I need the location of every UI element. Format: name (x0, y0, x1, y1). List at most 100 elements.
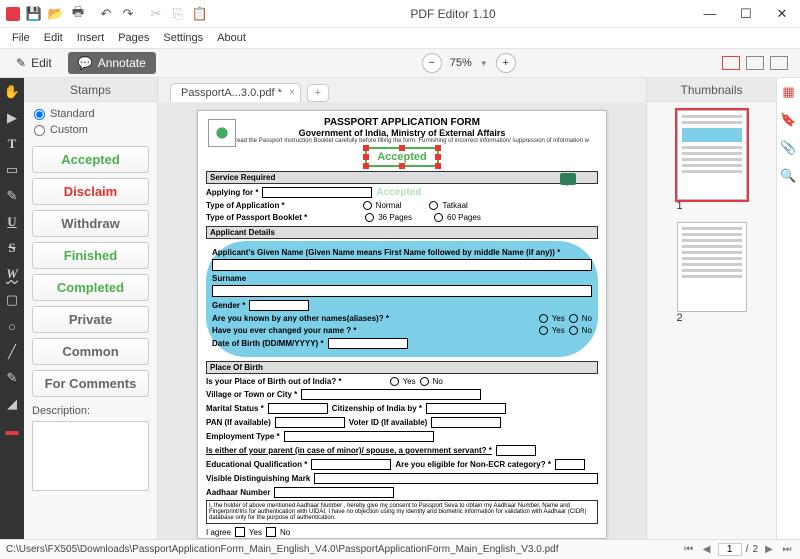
document-tab[interactable]: PassportA...3.0.pdf *× (170, 83, 301, 102)
window-title: PDF Editor 1.10 (214, 7, 692, 21)
edit-mode-button[interactable]: ✎Edit (6, 52, 62, 74)
menu-pages[interactable]: Pages (112, 30, 155, 46)
save-icon[interactable]: 💾 (26, 6, 42, 22)
arrow-tool-icon[interactable]: ▶ (4, 110, 20, 126)
stamps-panel: Stamps Standard Custom Accepted Disclaim… (24, 78, 158, 539)
view-mode-group (722, 56, 794, 70)
stamp-private[interactable]: Private (32, 306, 149, 333)
print-icon[interactable]: 🖶 (70, 6, 86, 22)
aadhaar-consent: I, the holder of above mentioned Aadhaar… (206, 500, 598, 524)
tab-add-button[interactable]: + (307, 84, 329, 102)
open-icon[interactable]: 📂 (48, 6, 64, 22)
close-button[interactable]: ✕ (764, 0, 800, 28)
paste-icon[interactable]: 📋 (192, 6, 208, 22)
file-path: C:\Users\FX505\Downloads\PassportApplica… (6, 544, 682, 555)
stamp-finished[interactable]: Finished (32, 242, 149, 269)
stamp-completed[interactable]: Completed (32, 274, 149, 301)
stamp-disclaim[interactable]: Disclaim (32, 178, 149, 205)
radio-standard[interactable]: Standard (34, 108, 147, 120)
app-icon (6, 7, 20, 21)
view-single-icon[interactable] (722, 56, 740, 70)
next-page-button[interactable]: ▶ (762, 544, 776, 555)
stamp-for-comments[interactable]: For Comments (32, 370, 149, 397)
thumbnails-icon[interactable]: ▦ (781, 84, 797, 100)
last-page-button[interactable]: ⏭ (780, 544, 794, 555)
attachments-icon[interactable]: 📎 (781, 140, 797, 156)
right-strip: ▦ 🔖 📎 🔍 (776, 78, 800, 539)
agree-yes-checkbox[interactable] (235, 527, 245, 537)
prev-page-button[interactable]: ◀ (700, 544, 714, 555)
form-title: PASSPORT APPLICATION FORM (206, 117, 598, 128)
zoom-controls: − 75%▼ + (422, 53, 516, 73)
tool-strip: ✋ ▶ T ▭ ✎ U S W ▢ ○ ╱ ✎ ◢ ▬ (0, 78, 24, 539)
emblem-icon (208, 119, 236, 147)
copy-icon[interactable]: ⎘ (170, 6, 186, 22)
radio-custom[interactable]: Custom (34, 124, 147, 136)
form-note: Please read the Passport Instruction Boo… (206, 138, 598, 144)
thumbnails-panel: Thumbnails 1 2 (646, 78, 776, 539)
bookmarks-icon[interactable]: 🔖 (781, 112, 797, 128)
pdf-page[interactable]: PASSPORT APPLICATION FORM Government of … (197, 110, 607, 539)
menu-insert[interactable]: Insert (71, 30, 111, 46)
section-pob: Place Of Birth (206, 361, 598, 374)
cut-icon[interactable]: ✂ (148, 6, 164, 22)
menu-edit[interactable]: Edit (38, 30, 69, 46)
stamp-common[interactable]: Common (32, 338, 149, 365)
circle-tool-icon[interactable]: ○ (4, 318, 20, 334)
highlight-annotation[interactable]: Applicant's Given Name (Given Name means… (206, 241, 598, 357)
stamp-accepted[interactable]: Accepted (32, 146, 149, 173)
stamp-tool-icon[interactable]: ▬ (4, 422, 20, 438)
menubar: File Edit Insert Pages Settings About (0, 28, 800, 48)
applying-for-field[interactable] (262, 187, 372, 198)
titlebar: 💾 📂 🖶 ↶ ↷ ✂ ⎘ 📋 PDF Editor 1.10 — ☐ ✕ (0, 0, 800, 28)
page-total: 2 (752, 544, 758, 555)
comment-annotation-icon[interactable] (560, 173, 576, 185)
minimize-button[interactable]: — (692, 0, 728, 28)
squiggly-tool-icon[interactable]: W (4, 266, 20, 282)
undo-icon[interactable]: ↶ (98, 6, 114, 22)
form-subtitle: Government of India, Ministry of Externa… (206, 128, 598, 138)
annotate-mode-button[interactable]: 💬Annotate (68, 52, 156, 74)
zoom-out-button[interactable]: − (422, 53, 442, 73)
menu-file[interactable]: File (6, 30, 36, 46)
menu-about[interactable]: About (211, 30, 252, 46)
thumb-1[interactable]: 1 (677, 110, 747, 212)
underline-tool-icon[interactable]: U (4, 214, 20, 230)
thumb-2[interactable]: 2 (677, 222, 747, 324)
note-tool-icon[interactable]: ▭ (4, 162, 20, 178)
tab-strip: PassportA...3.0.pdf *× + (158, 78, 646, 102)
maximize-button[interactable]: ☐ (728, 0, 764, 28)
view-facing-icon[interactable] (746, 56, 764, 70)
strike-tool-icon[interactable]: S (4, 240, 20, 256)
rect-tool-icon[interactable]: ▢ (4, 292, 20, 308)
speech-icon: 💬 (78, 56, 93, 70)
eraser-tool-icon[interactable]: ◢ (4, 396, 20, 412)
workspace: ✋ ▶ T ▭ ✎ U S W ▢ ○ ╱ ✎ ◢ ▬ Stamps Stand… (0, 78, 800, 539)
redo-icon[interactable]: ↷ (120, 6, 136, 22)
menu-settings[interactable]: Settings (157, 30, 209, 46)
highlight-tool-icon[interactable]: ✎ (4, 188, 20, 204)
hand-tool-icon[interactable]: ✋ (4, 84, 20, 100)
page-input[interactable] (718, 543, 742, 556)
first-page-button[interactable]: ⏮ (682, 544, 696, 555)
stamps-title: Stamps (24, 78, 157, 102)
tab-close-icon[interactable]: × (289, 87, 295, 98)
placed-stamp[interactable]: Accepted (365, 147, 439, 167)
view-continuous-icon[interactable] (770, 56, 788, 70)
line-tool-icon[interactable]: ╱ (4, 344, 20, 360)
toolbar: ✎Edit 💬Annotate − 75%▼ + (0, 48, 800, 78)
zoom-in-button[interactable]: + (496, 53, 516, 73)
statusbar: C:\Users\FX505\Downloads\PassportApplica… (0, 539, 800, 559)
stamp-withdraw[interactable]: Withdraw (32, 210, 149, 237)
pencil-tool-icon[interactable]: ✎ (4, 370, 20, 386)
description-textarea[interactable] (32, 421, 149, 491)
section-service: Service Required (206, 171, 598, 184)
agree-no-checkbox[interactable] (266, 527, 276, 537)
text-tool-icon[interactable]: T (4, 136, 20, 152)
document-area: PassportA...3.0.pdf *× + PASSPORT APPLIC… (158, 78, 646, 539)
search-icon[interactable]: 🔍 (781, 168, 797, 184)
zoom-value: 75% (450, 57, 472, 69)
description-label: Description: (32, 405, 149, 417)
page-viewport[interactable]: PASSPORT APPLICATION FORM Government of … (158, 102, 646, 539)
section-applicant: Applicant Details (206, 226, 598, 239)
